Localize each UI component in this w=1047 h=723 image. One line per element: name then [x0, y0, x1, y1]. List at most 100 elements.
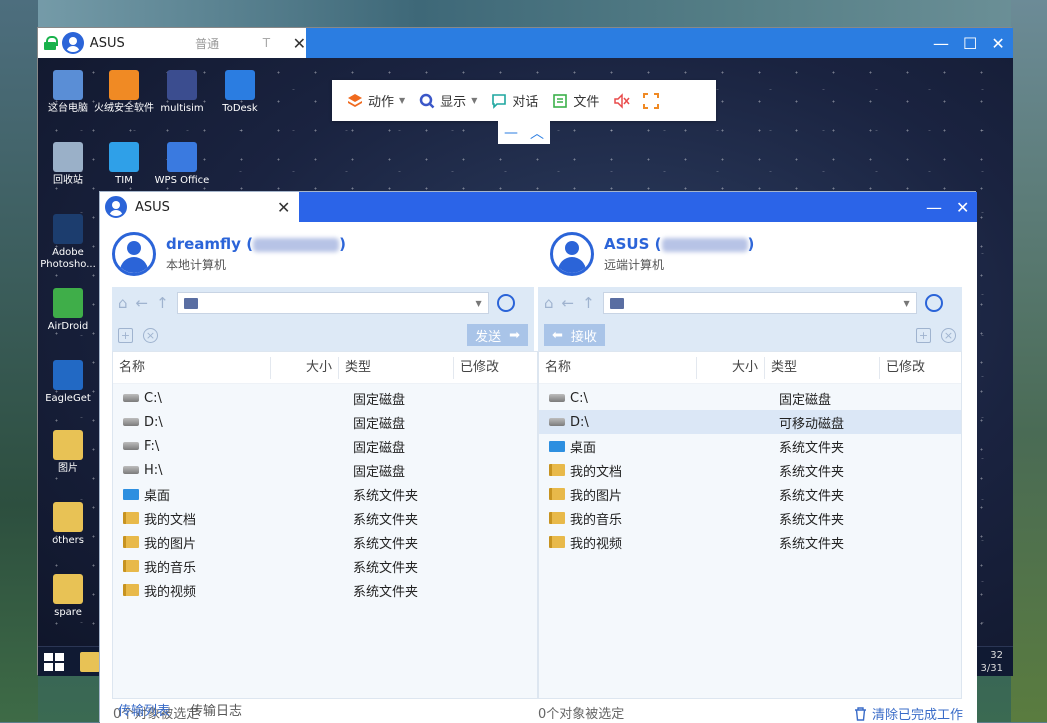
desktop-icon[interactable]: 图片	[38, 430, 98, 475]
folder-icon	[123, 584, 139, 596]
minimize-icon[interactable]: —	[926, 198, 942, 217]
desktop-icon[interactable]: 这台电脑	[38, 70, 98, 115]
new-folder-icon[interactable]: +	[118, 327, 133, 343]
chevron-down-icon[interactable]: ▼	[904, 299, 910, 308]
file-transfer-title: ASUS	[135, 199, 170, 215]
file-type: 可移动磁盘	[779, 416, 845, 432]
minimize-icon[interactable]: —	[933, 34, 949, 53]
column-modified[interactable]: 已修改	[880, 357, 960, 379]
windows-start-icon[interactable]	[44, 653, 64, 671]
chevron-down-icon[interactable]: ▼	[476, 299, 482, 308]
fullscreen-button[interactable]	[636, 80, 666, 121]
file-row[interactable]: 我的音乐 系统文件夹	[539, 506, 961, 530]
local-user-header: dreamfly () 本地计算机	[112, 232, 346, 276]
home-icon[interactable]: ⌂	[118, 294, 128, 312]
file-row[interactable]: 我的视频 系统文件夹	[539, 530, 961, 554]
delete-icon[interactable]: ×	[941, 327, 956, 343]
file-row[interactable]: 我的文档 系统文件夹	[539, 458, 961, 482]
desktop-icon-label: spare	[54, 607, 82, 618]
app-icon	[167, 70, 197, 100]
file-row[interactable]: 桌面 系统文件夹	[539, 434, 961, 458]
close-icon[interactable]: ✕	[956, 198, 969, 217]
desktop-icon[interactable]: AirDroid	[38, 288, 98, 333]
tab-transfer-log[interactable]: 传输日志	[190, 700, 242, 719]
file-row[interactable]: 桌面 系统文件夹	[113, 482, 537, 506]
up-icon[interactable]: ↑	[156, 294, 169, 312]
desktop-folder-icon	[123, 488, 139, 500]
column-type[interactable]: 类型	[339, 356, 454, 379]
back-icon[interactable]: ←	[136, 294, 149, 312]
file-type: 系统文件夹	[779, 512, 845, 528]
desktop-icon[interactable]: TIM	[94, 142, 154, 187]
new-folder-icon[interactable]: +	[916, 327, 931, 343]
file-transfer-tab[interactable]: ASUS ✕	[100, 192, 299, 222]
maximize-icon[interactable]: ☐	[963, 34, 977, 53]
file-row[interactable]: 我的音乐 系统文件夹	[113, 554, 537, 578]
minus-icon[interactable]: —	[504, 125, 518, 141]
file-row[interactable]: 我的图片 系统文件夹	[113, 530, 537, 554]
column-modified[interactable]: 已修改	[454, 357, 534, 379]
desktop-background-right	[1011, 0, 1047, 722]
chevron-up-icon[interactable]: ︿	[530, 123, 544, 143]
column-name[interactable]: 名称	[113, 356, 271, 379]
file-name: 我的音乐	[570, 512, 623, 528]
file-row[interactable]: D:\ 可移动磁盘	[539, 410, 961, 434]
refresh-icon[interactable]	[924, 294, 943, 312]
explorer-taskbar-icon[interactable]	[80, 652, 100, 672]
desktop-icon[interactable]: WPS Office	[152, 142, 212, 187]
mute-button[interactable]	[606, 80, 636, 121]
drive-icon	[123, 442, 139, 450]
desktop-icon[interactable]: ToDesk	[210, 70, 270, 115]
file-name: F:\	[144, 438, 160, 454]
desktop-icon[interactable]: 回收站	[38, 142, 98, 187]
desktop-icon[interactable]: 火绒安全软件	[94, 70, 154, 115]
column-type[interactable]: 类型	[765, 356, 880, 379]
file-row[interactable]: 我的图片 系统文件夹	[539, 482, 961, 506]
app-icon	[53, 430, 83, 460]
file-row[interactable]: C:\ 固定磁盘	[113, 386, 537, 410]
delete-icon[interactable]: ×	[143, 327, 158, 343]
search-icon	[419, 93, 435, 109]
column-name[interactable]: 名称	[539, 356, 697, 379]
remote-session-tab[interactable]: ASUS 普通 T ✕	[38, 28, 306, 58]
clear-completed-button[interactable]: 清除已完成工作	[854, 704, 963, 723]
file-name: H:\	[144, 462, 163, 478]
file-type: 系统文件夹	[353, 536, 419, 552]
file-row[interactable]: 我的视频 系统文件夹	[113, 578, 537, 602]
drive-icon	[549, 418, 565, 426]
desktop-icon[interactable]: spare	[38, 574, 98, 619]
close-icon[interactable]: ✕	[991, 34, 1004, 53]
display-menu[interactable]: 显示 ▼	[412, 80, 484, 121]
close-tab-icon[interactable]: ✕	[277, 198, 290, 217]
desktop-icon[interactable]: others	[38, 502, 98, 547]
desktop-icon[interactable]: Adobe Photosho...	[38, 214, 98, 271]
file-row[interactable]: D:\ 固定磁盘	[113, 410, 537, 434]
clock-date: 3/31	[980, 663, 1003, 674]
folder-icon	[123, 512, 139, 524]
close-tab-icon[interactable]: ✕	[293, 34, 306, 53]
file-name: 我的文档	[570, 464, 623, 480]
local-path-input[interactable]: ▼	[176, 292, 489, 314]
file-button[interactable]: 文件	[545, 80, 606, 121]
file-row[interactable]: C:\ 固定磁盘	[539, 386, 961, 410]
back-icon[interactable]: ←	[562, 294, 575, 312]
desktop-icon-label: 图片	[58, 463, 78, 474]
chat-button[interactable]: 对话	[484, 80, 545, 121]
file-name: 我的文档	[144, 512, 197, 528]
up-icon[interactable]: ↑	[582, 294, 595, 312]
remote-path-input[interactable]: ▼	[602, 292, 917, 314]
file-row[interactable]: 我的文档 系统文件夹	[113, 506, 537, 530]
send-button[interactable]: 发送 ➡	[467, 324, 528, 346]
action-menu[interactable]: 动作 ▼	[340, 80, 412, 121]
file-row[interactable]: F:\ 固定磁盘	[113, 434, 537, 458]
column-size[interactable]: 大小	[271, 356, 339, 379]
desktop-icon[interactable]: multisim	[152, 70, 212, 115]
desktop-icon[interactable]: EagleGet	[38, 360, 98, 405]
receive-button[interactable]: ⬅ 接收	[544, 324, 605, 346]
refresh-icon[interactable]	[496, 294, 515, 312]
file-row[interactable]: H:\ 固定磁盘	[113, 458, 537, 482]
tab-transfer-list[interactable]: 传输列表	[118, 700, 170, 719]
home-icon[interactable]: ⌂	[544, 294, 554, 312]
column-size[interactable]: 大小	[697, 356, 765, 379]
app-icon	[53, 288, 83, 318]
